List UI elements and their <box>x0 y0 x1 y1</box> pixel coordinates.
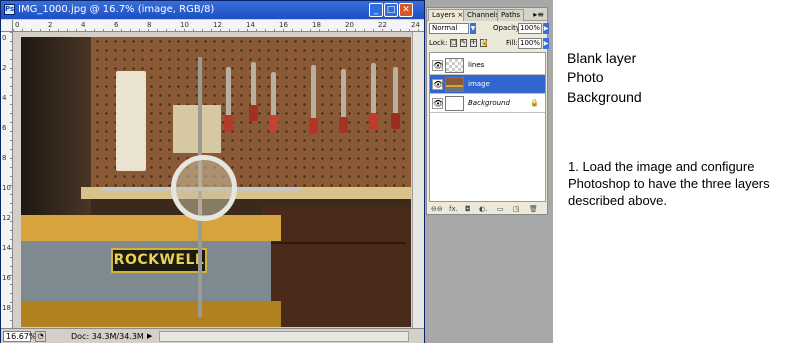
status-info-icon[interactable]: ◔ <box>35 331 46 342</box>
lock-transparency-icon[interactable]: ▢ <box>450 39 457 47</box>
minimize-button[interactable]: _ <box>369 3 383 17</box>
photo-screwdriver <box>269 72 278 131</box>
photo-screwdriver <box>224 67 233 131</box>
tab-paths[interactable]: Paths <box>497 9 525 21</box>
visibility-eye-icon[interactable]: 👁 <box>432 60 443 71</box>
photo-screwdriver <box>339 69 348 133</box>
link-icon[interactable]: ⊖⊖ <box>431 204 443 215</box>
ruler-tick-label: 4 <box>81 21 86 29</box>
ruler-tick-label: 6 <box>114 21 119 29</box>
trash-icon[interactable]: 🗑 <box>529 204 538 215</box>
layer-name[interactable]: Background <box>468 99 510 108</box>
label-blank-layer: Blank layer <box>567 50 637 66</box>
blend-mode-select[interactable]: Normal <box>429 23 469 34</box>
ruler-tick-label: 8 <box>147 21 152 29</box>
layers-bottom-bar: ⊖⊖ fx. ◘ ◐. ▭ ◳ 🗑 <box>427 204 547 215</box>
ruler-horizontal[interactable]: 0 2 4 6 8 10 12 14 16 18 20 22 24 <box>13 20 424 32</box>
doc-size-text: Doc: 34.3M/34.3M <box>71 332 144 341</box>
ruler-tick-label: 14 <box>246 21 255 29</box>
ruler-tick-label: 0 <box>2 34 7 42</box>
photoshop-icon: Ps <box>4 4 15 15</box>
photo-screwdriver <box>391 67 400 129</box>
ruler-tick-label: 24 <box>411 21 420 29</box>
blend-mode-dropdown-icon[interactable]: ▼ <box>470 23 476 34</box>
document-title: IMG_1000.jpg @ 16.7% (image, RGB/8) <box>18 4 215 15</box>
group-icon[interactable]: ▭ <box>497 204 504 215</box>
image-canvas[interactable]: ROCKWELL <box>21 37 411 327</box>
label-photo: Photo <box>567 69 604 85</box>
photo-screwdriver <box>309 65 318 134</box>
ruler-tick-label: 4 <box>2 94 7 102</box>
lock-image-icon[interactable]: ✎ <box>460 39 467 47</box>
photo-cabinet <box>261 207 411 327</box>
layer-name[interactable]: lines <box>468 61 484 70</box>
ruler-tick-label: 14 <box>2 244 11 252</box>
photo-screwdriver <box>369 63 378 129</box>
photo-ring <box>171 155 237 221</box>
lock-position-icon[interactable]: ✛ <box>470 39 477 47</box>
ruler-vertical[interactable]: 0 2 4 6 8 10 12 14 16 18 <box>1 32 13 328</box>
ruler-tick-label: 2 <box>48 21 53 29</box>
panel-tabs: Layers × Channels Paths ▸≡ <box>427 8 547 21</box>
ruler-tick-label: 6 <box>2 124 7 132</box>
photo-table-edge <box>21 215 281 241</box>
layer-row-image[interactable]: 👁 image <box>430 75 545 94</box>
ruler-tick-label: 2 <box>2 64 7 72</box>
ruler-tick-label: 20 <box>345 21 354 29</box>
document-titlebar[interactable]: Ps IMG_1000.jpg @ 16.7% (image, RGB/8) _… <box>1 1 424 19</box>
ruler-tick-label: 18 <box>2 304 11 312</box>
photo-screwdriver <box>249 62 258 121</box>
ruler-tick-label: 10 <box>2 184 11 192</box>
panel-menu-icon[interactable]: ▸≡ <box>533 9 544 20</box>
layer-thumbnail <box>445 96 464 111</box>
layer-list[interactable]: 👁 lines 👁 image 👁 Background 🔒 <box>429 52 546 202</box>
status-menu-arrow-icon[interactable]: ▶ <box>147 331 155 342</box>
mask-icon[interactable]: ◘ <box>465 204 471 215</box>
layer-lock-icon: 🔒 <box>530 99 539 107</box>
ruler-tick-label: 18 <box>312 21 321 29</box>
zoom-field[interactable]: 16.67% <box>3 331 37 342</box>
vertical-scrollbar[interactable] <box>412 32 424 328</box>
fx-icon[interactable]: fx. <box>449 204 458 215</box>
layer-row-lines[interactable]: 👁 lines <box>430 56 545 75</box>
photo-box <box>173 105 221 153</box>
layers-panel[interactable]: Layers × Channels Paths ▸≡ Normal ▼ Opac… <box>426 7 549 215</box>
opacity-field[interactable]: 100% <box>518 23 542 34</box>
instructions-text: 1. Load the image and configure Photosho… <box>568 159 770 208</box>
ruler-tick-label: 16 <box>279 21 288 29</box>
photo-rockwell-label: ROCKWELL <box>111 248 207 273</box>
close-button[interactable]: ✕ <box>399 3 413 17</box>
layer-row-background[interactable]: 👁 Background 🔒 <box>430 94 545 113</box>
layer-name[interactable]: image <box>468 80 490 89</box>
tab-layers[interactable]: Layers × <box>428 9 468 21</box>
ruler-tick-label: 12 <box>213 21 222 29</box>
ruler-tick-label: 16 <box>2 274 11 282</box>
new-layer-icon[interactable]: ◳ <box>513 204 520 215</box>
fill-field[interactable]: 100% <box>518 38 542 49</box>
fill-label: Fill: <box>506 39 518 47</box>
ruler-tick-label: 0 <box>15 21 20 29</box>
label-background: Background <box>567 89 642 105</box>
status-bar: 16.67% ◔ Doc: 34.3M/34.3M ▶ <box>1 328 424 343</box>
ruler-tick-label: 12 <box>2 214 11 222</box>
photo-table-bottom <box>21 301 281 327</box>
ruler-tick-label: 22 <box>378 21 387 29</box>
photo-cup <box>116 71 146 171</box>
maximize-button[interactable]: □ <box>384 3 398 17</box>
opacity-slider-icon[interactable]: ▶ <box>543 23 549 34</box>
adjustment-icon[interactable]: ◐. <box>479 204 487 215</box>
photo-cabinet-edge <box>266 242 406 244</box>
visibility-eye-icon[interactable]: 👁 <box>432 79 443 90</box>
ruler-tick-label: 10 <box>180 21 189 29</box>
lock-label: Lock: <box>429 39 448 47</box>
fill-slider-icon[interactable]: ▶ <box>543 38 549 49</box>
layer-thumbnail <box>445 58 464 73</box>
ruler-corner[interactable] <box>1 20 13 32</box>
document-window[interactable]: Ps IMG_1000.jpg @ 16.7% (image, RGB/8) _… <box>0 0 425 343</box>
layer-thumbnail <box>445 77 464 92</box>
visibility-eye-icon[interactable]: 👁 <box>432 98 443 109</box>
lock-all-icon[interactable]: 🔒 <box>480 39 488 47</box>
horizontal-scrollbar[interactable] <box>159 331 409 342</box>
ruler-tick-label: 8 <box>2 154 7 162</box>
